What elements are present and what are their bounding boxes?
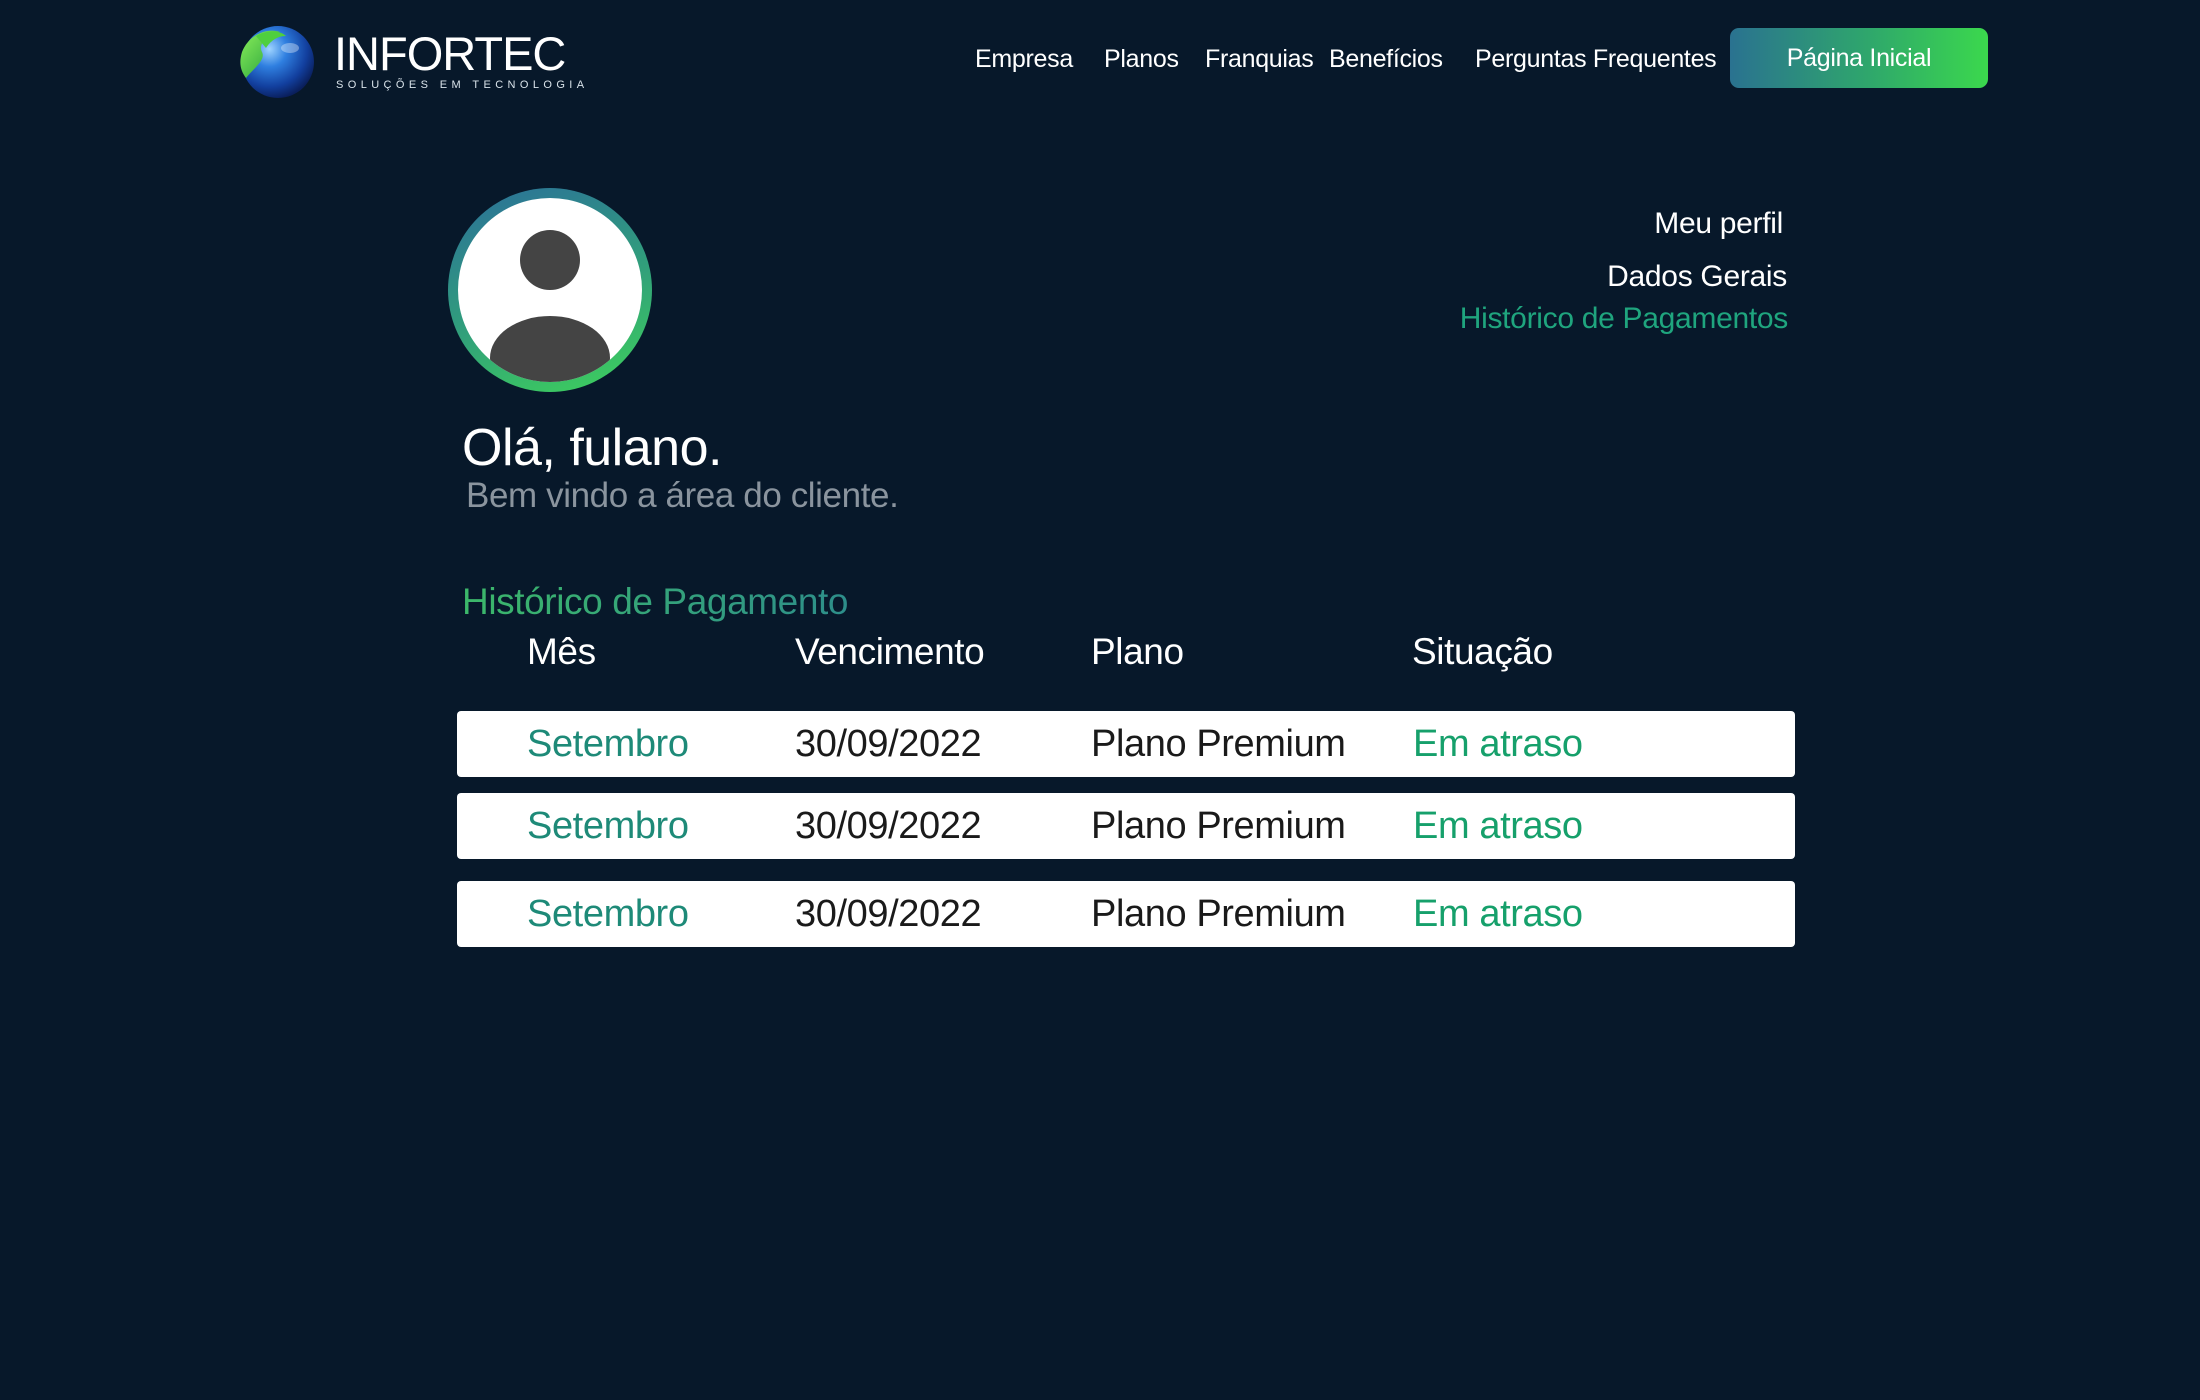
menu-meu-perfil[interactable]: Meu perfil <box>1654 206 1783 242</box>
brand-logo[interactable]: INFORTEC SOLUÇÕES EM TECNOLOGIA <box>236 22 584 102</box>
table-row[interactable]: Setembro 30/09/2022 Plano Premium Em atr… <box>457 793 1795 859</box>
cell-due-date: 30/09/2022 <box>795 893 982 935</box>
avatar[interactable] <box>448 188 652 392</box>
cell-month: Setembro <box>527 805 689 847</box>
menu-dados-gerais[interactable]: Dados Gerais <box>1607 259 1787 295</box>
table-row[interactable]: Setembro 30/09/2022 Plano Premium Em atr… <box>457 881 1795 947</box>
greeting-title: Olá, fulano. <box>462 419 722 477</box>
cell-status: Em atraso <box>1413 805 1583 847</box>
brand-name: INFORTEC <box>334 27 566 80</box>
nav-perguntas-frequentes[interactable]: Perguntas Frequentes <box>1475 44 1717 74</box>
column-header-status: Situação <box>1412 631 1553 672</box>
cell-status: Em atraso <box>1413 723 1583 765</box>
cell-plan: Plano Premium <box>1091 805 1346 847</box>
home-page-button[interactable]: Página Inicial <box>1730 28 1988 88</box>
cell-plan: Plano Premium <box>1091 723 1346 765</box>
menu-historico-pagamentos[interactable]: Histórico de Pagamentos <box>1460 301 1789 337</box>
globe-icon <box>240 26 314 98</box>
brand-tagline: SOLUÇÕES EM TECNOLOGIA <box>336 79 589 91</box>
nav-planos[interactable]: Planos <box>1104 44 1179 74</box>
nav-franquias[interactable]: Franquias <box>1205 44 1314 74</box>
column-header-plan: Plano <box>1091 631 1184 672</box>
column-header-due-date: Vencimento <box>795 631 985 672</box>
table-row[interactable]: Setembro 30/09/2022 Plano Premium Em atr… <box>457 711 1795 777</box>
avatar-inner <box>458 198 642 382</box>
welcome-subtitle: Bem vindo a área do cliente. <box>466 476 899 515</box>
user-avatar-icon <box>490 230 610 382</box>
cell-month: Setembro <box>527 893 689 935</box>
cell-plan: Plano Premium <box>1091 893 1346 935</box>
cell-due-date: 30/09/2022 <box>795 723 982 765</box>
payment-history-title: Histórico de Pagamento <box>462 581 849 622</box>
nav-empresa[interactable]: Empresa <box>975 44 1073 74</box>
column-header-month: Mês <box>527 631 596 672</box>
cell-due-date: 30/09/2022 <box>795 805 982 847</box>
nav-beneficios[interactable]: Benefícios <box>1329 44 1443 74</box>
cell-month: Setembro <box>527 723 689 765</box>
cell-status: Em atraso <box>1413 893 1583 935</box>
